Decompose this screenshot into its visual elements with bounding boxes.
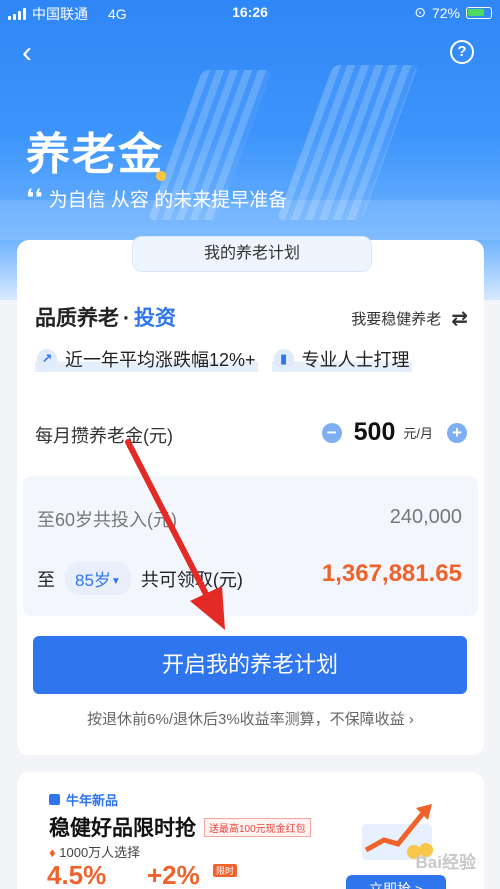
bonus-rate: +2% — [147, 860, 200, 889]
help-icon[interactable]: ? — [450, 40, 474, 64]
tab-my-plan[interactable]: 我的养老计划 — [132, 236, 372, 272]
page-title: 养老金 — [26, 130, 166, 181]
monthly-amount: 500 — [353, 418, 396, 446]
switch-plan-button[interactable]: 我要稳健养老 ⇄ — [351, 306, 468, 331]
plan-card: 我的养老计划 品质养老 · 投资 我要稳健养老 ⇄ ↗ 近一年平均涨跌幅12%+ ▮… — [17, 236, 484, 755]
plan-title: 品质养老 · 投资 — [35, 307, 176, 330]
age-select[interactable]: 85岁▼ — [65, 562, 131, 595]
limited-time-badge: 限时 — [213, 864, 238, 877]
tag-managed: ▮ 专业人士打理 — [271, 346, 412, 372]
invest-value: 240,000 — [389, 506, 462, 528]
beach-chair-illustration — [276, 65, 419, 220]
user-count: ♦ 1000万人选择 — [49, 845, 141, 860]
plus-button[interactable]: + — [447, 422, 467, 443]
hero-subtitle: ❛❛ 为自信 从容 的未来提早准备 — [26, 184, 288, 212]
receive-row: 至 85岁▼ 共可领取(元) — [37, 562, 243, 595]
grab-now-button[interactable]: 立即抢 > — [346, 875, 446, 889]
battery-icon — [466, 6, 492, 19]
back-chevron-icon[interactable]: ‹ — [22, 38, 52, 68]
receive-value: 1,367,881.65 — [321, 560, 462, 587]
product-card[interactable]: 牛年新品 稳健好品限时抢 送最高100元现金红包 ♦ 1000万人选择 4.5%… — [17, 772, 484, 889]
caret-down-icon: ▼ — [110, 576, 121, 587]
plan-tags: ↗ 近一年平均涨跌幅12%+ ▮ 专业人士打理 — [35, 346, 412, 372]
watermark: Bai经验 — [415, 853, 476, 872]
amount-stepper: − 500 元/月 + — [321, 418, 467, 447]
swap-icon: ⇄ — [451, 308, 468, 330]
flame-icon: ♦ — [49, 845, 56, 860]
status-time: 16:26 — [232, 4, 268, 20]
new-product-tag: 牛年新品 — [49, 790, 118, 809]
start-plan-button[interactable]: 开启我的养老计划 — [33, 636, 467, 694]
battery-percent: 72% — [431, 4, 460, 21]
monthly-label: 每月攒养老金(元) — [35, 426, 173, 446]
monthly-unit: 元/月 — [403, 426, 433, 441]
minus-button[interactable]: − — [321, 422, 342, 443]
title-dot-decoration — [156, 171, 166, 181]
thermometer-icon: ▮ — [273, 349, 294, 369]
cash-bonus-badge: 送最高100元现金红包 — [204, 817, 311, 837]
chevron-right-icon: › — [408, 711, 414, 728]
tag-return: ↗ 近一年平均涨跌幅12%+ — [35, 346, 258, 372]
product-title: 稳健好品限时抢 送最高100元现金红包 — [49, 812, 311, 842]
calculation-panel: 至60岁共投入(元) 240,000 至 85岁▼ 共可领取(元) 1,367,… — [23, 476, 478, 616]
alarm-icon: ⊙ — [414, 4, 426, 20]
trend-icon: ↗ — [37, 349, 57, 369]
invest-label: 至60岁共投入(元) — [37, 510, 178, 530]
quote-icon: ❛❛ — [26, 184, 43, 212]
calculation-note[interactable]: 按退休前6%/退休后3%收益率测算，不保障收益 › — [17, 708, 484, 729]
lock-icon — [49, 794, 60, 805]
base-rate: 4.5% — [47, 860, 107, 889]
status-bar: 中国联通 4G 16:26 ⊙ 72% — [0, 0, 500, 26]
